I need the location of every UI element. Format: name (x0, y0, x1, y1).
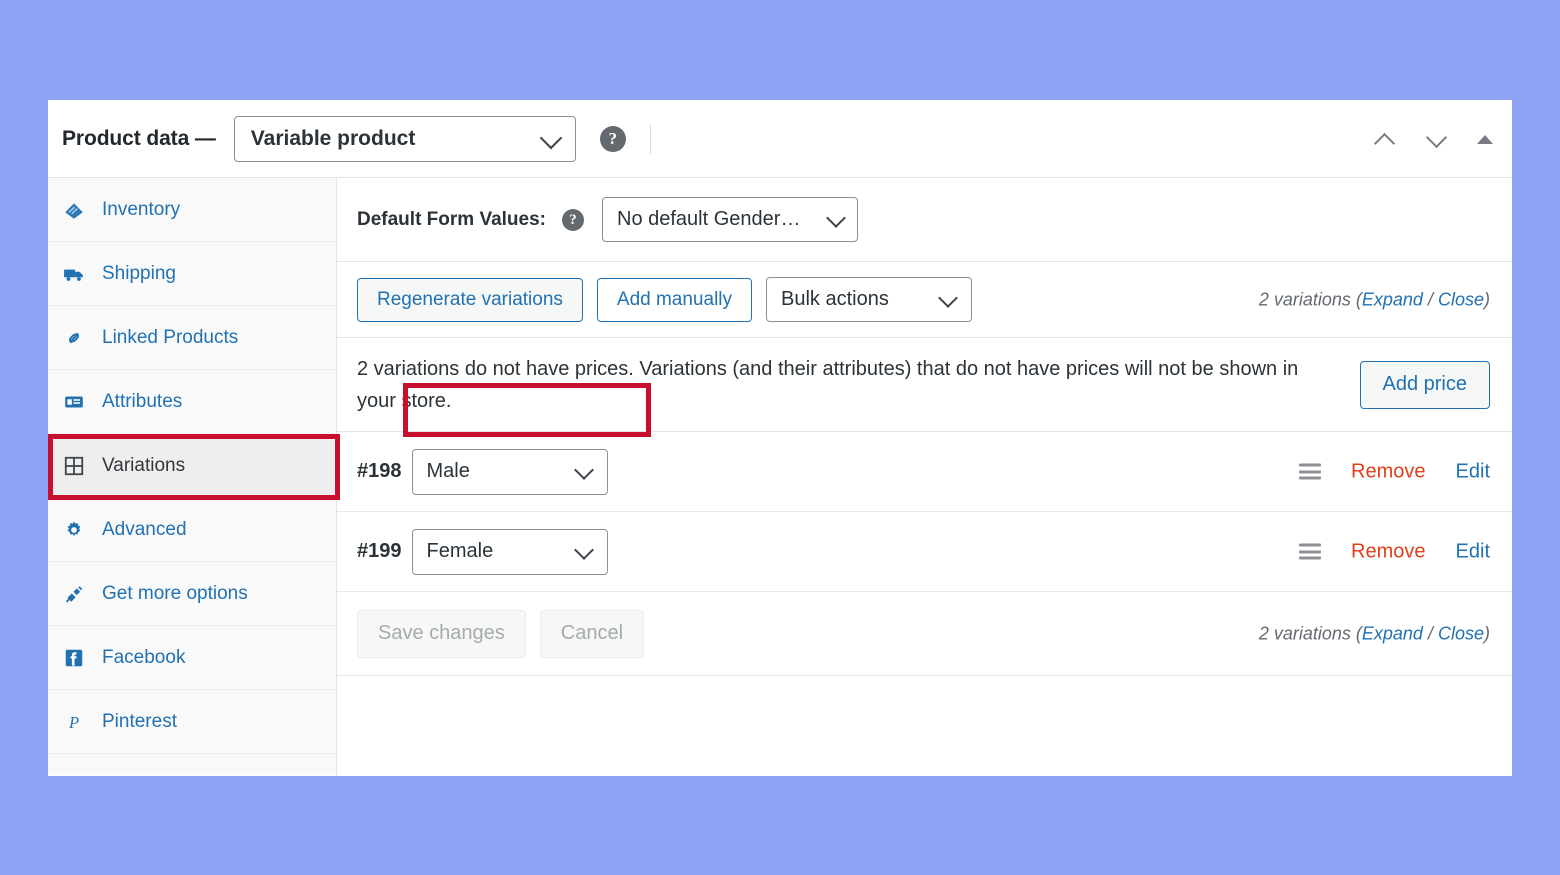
default-form-values-row: Default Form Values: ? No default Gender… (337, 178, 1512, 262)
sidebar-item-label: Facebook (102, 647, 185, 669)
edit-variation-link[interactable]: Edit (1456, 540, 1490, 563)
drag-handle-icon[interactable] (1299, 544, 1321, 560)
sidebar-item-label: Get more options (102, 583, 248, 605)
sidebar-item-attributes[interactable]: Attributes (48, 370, 336, 434)
chevron-down-icon (539, 126, 562, 149)
page-title: Product data — (62, 127, 216, 151)
default-gender-select[interactable]: No default Gender… (602, 197, 858, 242)
remove-variation-link[interactable]: Remove (1351, 540, 1425, 563)
default-form-values-label: Default Form Values: (357, 209, 546, 231)
separator: / (1423, 289, 1438, 309)
panel-order-controls (1368, 122, 1498, 156)
sidebar-item-advanced[interactable]: Advanced (48, 498, 336, 562)
no-prices-notice: 2 variations do not have prices. Variati… (337, 338, 1512, 432)
sidebar-item-pinterest[interactable]: P Pinterest (48, 690, 336, 754)
sidebar-item-linked-products[interactable]: Linked Products (48, 306, 336, 370)
variations-content: Default Form Values: ? No default Gender… (337, 178, 1512, 775)
toggle-panel-icon[interactable] (1472, 126, 1498, 152)
variations-footer: Save changes Cancel 2 variations (Expand… (337, 592, 1512, 676)
plugin-icon (62, 582, 86, 606)
variation-row: #199 Female Remove Edit (337, 512, 1512, 592)
add-manually-button[interactable]: Add manually (597, 278, 752, 322)
shipping-truck-icon (62, 262, 86, 286)
chevron-down-icon (938, 288, 958, 308)
sidebar-item-facebook[interactable]: Facebook (48, 626, 336, 690)
bulk-actions-select[interactable]: Bulk actions (766, 277, 972, 322)
move-up-icon[interactable] (1368, 122, 1402, 156)
add-price-button[interactable]: Add price (1360, 361, 1491, 409)
facebook-icon (62, 646, 86, 670)
sidebar-item-label: Advanced (102, 519, 187, 541)
variation-id: #199 (357, 540, 402, 563)
close-link-bottom[interactable]: Close (1438, 623, 1484, 643)
edit-variation-link[interactable]: Edit (1456, 460, 1490, 483)
move-down-icon[interactable] (1420, 122, 1454, 156)
attributes-icon (62, 390, 86, 414)
variation-row-actions: Remove Edit (1299, 540, 1490, 563)
chevron-down-icon (574, 540, 594, 560)
product-data-tabs: Inventory Shipping Linked Products Attri… (48, 178, 337, 775)
header-divider (650, 124, 651, 154)
variation-attribute-value: Female (427, 540, 494, 563)
panel-header: Product data — Variable product ? (48, 100, 1512, 178)
variation-attribute-value: Male (427, 460, 470, 483)
variation-attribute-select[interactable]: Female (412, 529, 608, 575)
pinterest-icon: P (62, 710, 86, 734)
sidebar-item-label: Attributes (102, 391, 182, 413)
default-gender-value: No default Gender… (617, 208, 800, 231)
drag-handle-icon[interactable] (1299, 464, 1321, 480)
bulk-actions-value: Bulk actions (781, 288, 889, 311)
variations-grid-icon (62, 454, 86, 478)
notice-text: 2 variations do not have prices. Variati… (357, 353, 1317, 417)
help-icon[interactable]: ? (562, 209, 584, 231)
sidebar-item-get-more-options[interactable]: Get more options (48, 562, 336, 626)
separator: / (1423, 623, 1438, 643)
link-icon (62, 326, 86, 350)
sidebar-item-label: Pinterest (102, 711, 177, 733)
product-data-panel: Product data — Variable product ? Invent… (48, 100, 1512, 776)
paren-close: ) (1484, 623, 1490, 643)
close-link-top[interactable]: Close (1438, 289, 1484, 309)
expand-link-bottom[interactable]: Expand (1362, 623, 1423, 643)
variations-toolbar: Regenerate variations Add manually Bulk … (337, 262, 1512, 338)
save-changes-button[interactable]: Save changes (357, 610, 526, 658)
gear-icon (62, 518, 86, 542)
remove-variation-link[interactable]: Remove (1351, 460, 1425, 483)
sidebar-item-label: Variations (102, 455, 185, 477)
regenerate-variations-button[interactable]: Regenerate variations (357, 278, 583, 322)
svg-text:P: P (68, 713, 79, 732)
sidebar-item-label: Inventory (102, 199, 180, 221)
paren-close: ) (1484, 289, 1490, 309)
sidebar-item-shipping[interactable]: Shipping (48, 242, 336, 306)
variation-attribute-select[interactable]: Male (412, 449, 608, 495)
sidebar-item-label: Linked Products (102, 327, 238, 349)
panel-body: Inventory Shipping Linked Products Attri… (48, 178, 1512, 775)
chevron-down-icon (574, 460, 594, 480)
sidebar-item-inventory[interactable]: Inventory (48, 178, 336, 242)
sidebar-item-variations[interactable]: Variations (48, 434, 336, 498)
variations-count-text: 2 variations (1259, 289, 1356, 309)
variations-count-top: 2 variations (Expand / Close) (1259, 289, 1490, 310)
variation-row-actions: Remove Edit (1299, 460, 1490, 483)
product-type-value: Variable product (251, 127, 416, 151)
cancel-button[interactable]: Cancel (540, 610, 644, 658)
variation-id: #198 (357, 460, 402, 483)
variation-row: #198 Male Remove Edit (337, 432, 1512, 512)
variations-count-bottom: 2 variations (Expand / Close) (1259, 623, 1490, 644)
variations-count-text: 2 variations (1259, 623, 1356, 643)
expand-link-top[interactable]: Expand (1362, 289, 1423, 309)
inventory-icon (62, 198, 86, 222)
help-icon[interactable]: ? (600, 126, 626, 152)
product-type-select[interactable]: Variable product (234, 116, 576, 162)
sidebar-item-label: Shipping (102, 263, 176, 285)
chevron-down-icon (826, 208, 846, 228)
